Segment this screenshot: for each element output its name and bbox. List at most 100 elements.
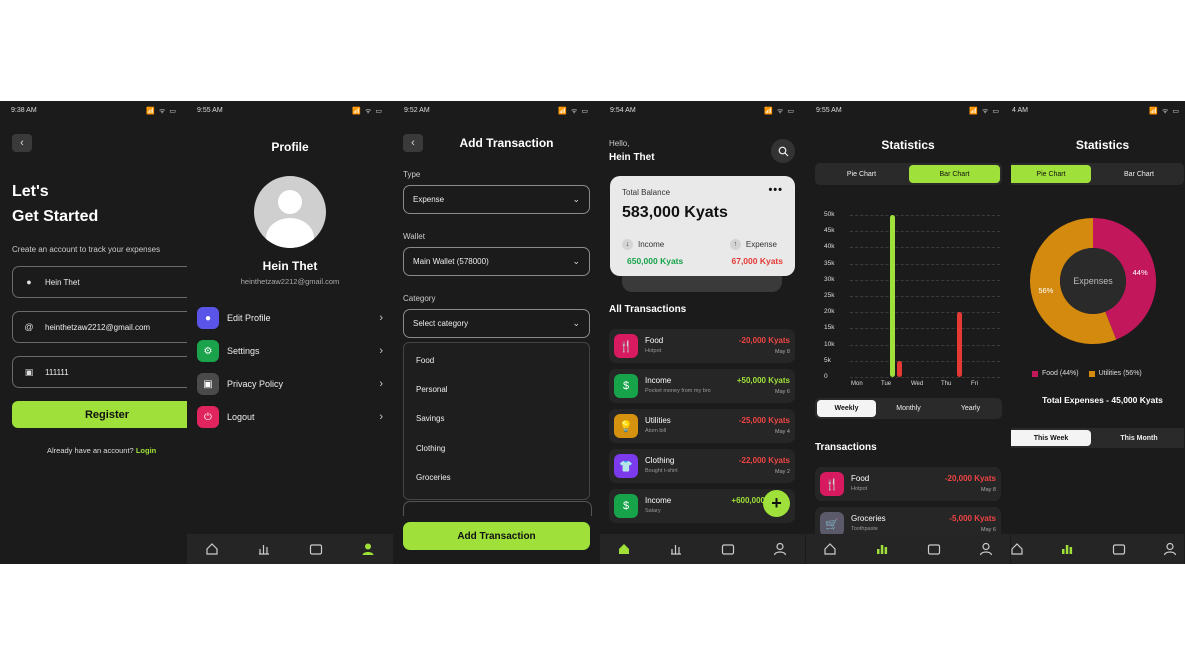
plus-icon: + bbox=[771, 493, 782, 513]
category-option-savings[interactable]: Savings bbox=[416, 414, 444, 423]
power-icon: ⏻ bbox=[197, 406, 219, 428]
heading-line1: Let's bbox=[12, 183, 49, 200]
this-month-tab[interactable]: This Month bbox=[1095, 430, 1183, 446]
expense-label: Expense bbox=[745, 240, 777, 249]
transaction-date: May 2 bbox=[775, 469, 790, 475]
this-week-tab[interactable]: This Week bbox=[1011, 430, 1091, 446]
transaction-amount: -20,000 Kyats bbox=[738, 336, 790, 345]
period-toggle: This Week This Month bbox=[1011, 428, 1184, 448]
chart-icon[interactable] bbox=[1059, 541, 1075, 557]
category-option-clothing[interactable]: Clothing bbox=[416, 444, 445, 453]
category-dropdown: Food Personal Savings Clothing Groceries bbox=[403, 342, 590, 500]
home-icon[interactable] bbox=[204, 541, 220, 557]
bottom-nav bbox=[1011, 534, 1184, 564]
category-select[interactable]: Select category ⌄ bbox=[403, 309, 590, 338]
back-button[interactable]: ‹ bbox=[403, 134, 423, 152]
category-option-food[interactable]: Food bbox=[416, 356, 434, 365]
page-title: Profile bbox=[271, 140, 309, 154]
more-icon[interactable]: ••• bbox=[768, 184, 783, 196]
have-account-text: Already have an account? bbox=[47, 446, 134, 455]
gridline bbox=[850, 360, 1000, 362]
back-button[interactable]: ‹ bbox=[12, 134, 32, 152]
transaction-name: Food bbox=[645, 336, 664, 345]
type-select[interactable]: Expense ⌄ bbox=[403, 185, 590, 214]
register-subtitle: Create an account to track your expenses bbox=[12, 245, 161, 254]
period-yearly[interactable]: Yearly bbox=[941, 400, 1000, 417]
tab-pie-chart[interactable]: Pie Chart bbox=[817, 165, 906, 183]
transaction-note: Hotpot bbox=[851, 486, 868, 492]
profile-nav-icon[interactable] bbox=[1162, 541, 1178, 557]
transaction-date: May 8 bbox=[775, 349, 790, 355]
bottom-nav bbox=[187, 534, 393, 564]
transaction-name: Income bbox=[645, 496, 672, 505]
wallet-icon[interactable] bbox=[926, 541, 942, 557]
chevron-down-icon: ⌄ bbox=[572, 318, 580, 328]
gridline bbox=[850, 328, 1000, 330]
transactions-title: Transactions bbox=[815, 442, 877, 453]
home-icon[interactable] bbox=[822, 541, 838, 557]
wallet-icon[interactable] bbox=[1111, 541, 1127, 557]
all-transactions-title: All Transactions bbox=[609, 304, 687, 315]
profile-screen: 9:55 AM 📶 ᯤ ▭ Profile Hein Thet heinthet… bbox=[187, 101, 393, 564]
chevron-right-icon: › bbox=[379, 411, 383, 423]
status-icons: 📶 ᯤ ▭ bbox=[764, 108, 795, 115]
legend-utilities-label: Utilities (56%) bbox=[1098, 370, 1142, 377]
category-option-personal[interactable]: Personal bbox=[416, 385, 448, 394]
wallet-select[interactable]: Main Wallet (578000) ⌄ bbox=[403, 247, 590, 276]
avatar[interactable] bbox=[254, 176, 326, 248]
transaction-name: Utilities bbox=[645, 416, 671, 425]
transaction-row[interactable]: 👕 Clothing Bought t-shirt -22,000 Kyats … bbox=[609, 449, 795, 483]
period-monthly[interactable]: Monthly bbox=[878, 400, 939, 417]
category-option-groceries[interactable]: Groceries bbox=[416, 473, 451, 482]
search-button[interactable] bbox=[771, 139, 795, 163]
page-title: Statistics bbox=[1075, 138, 1130, 152]
transaction-amount: -5,000 Kyats bbox=[949, 514, 996, 523]
balance-card[interactable]: Total Balance ••• 583,000 Kyats ↓ Income… bbox=[610, 176, 795, 276]
slice-label-food: 44% bbox=[1133, 268, 1148, 277]
transaction-row[interactable]: 🍴 Food Hotpot -20,000 Kyats May 8 bbox=[815, 467, 1001, 501]
register-button[interactable]: Register bbox=[12, 401, 187, 428]
email-input[interactable]: @ heinthetzaw2212@gmail.com bbox=[12, 311, 187, 343]
name-input[interactable]: ● Hein Thet bbox=[12, 266, 187, 298]
login-link[interactable]: Login bbox=[136, 446, 156, 455]
menu-settings[interactable]: ⚙ Settings › bbox=[197, 340, 383, 362]
transaction-row[interactable]: 🍴 Food Hotpot -20,000 Kyats May 8 bbox=[609, 329, 795, 363]
bottom-nav bbox=[806, 534, 1010, 564]
gridline bbox=[850, 296, 1000, 297]
name-value: Hein Thet bbox=[45, 277, 80, 287]
home-icon[interactable] bbox=[616, 541, 632, 557]
chart-icon[interactable] bbox=[668, 541, 684, 557]
status-icons: 📶 ᯤ ▭ bbox=[146, 108, 177, 115]
tab-bar-chart[interactable]: Bar Chart bbox=[1095, 165, 1183, 183]
period-weekly[interactable]: Weekly bbox=[817, 400, 876, 417]
chevron-down-icon: ⌄ bbox=[572, 194, 580, 204]
profile-nav-icon[interactable] bbox=[360, 541, 376, 557]
profile-nav-icon[interactable] bbox=[978, 541, 994, 557]
password-input[interactable]: ▣ 111111 bbox=[12, 356, 187, 388]
bar-tue-1[interactable] bbox=[897, 360, 902, 377]
menu-logout[interactable]: ⏻ Logout › bbox=[197, 406, 383, 428]
donut-center-label: Expenses bbox=[1073, 276, 1113, 286]
chart-icon[interactable] bbox=[256, 541, 272, 557]
greeting: Hello, bbox=[609, 139, 630, 148]
wallet-label: Wallet bbox=[403, 232, 425, 241]
bar-thu-1[interactable] bbox=[957, 312, 962, 377]
menu-privacy-policy[interactable]: ▣ Privacy Policy › bbox=[197, 373, 383, 395]
tab-pie-chart[interactable]: Pie Chart bbox=[1011, 165, 1091, 183]
menu-edit-profile[interactable]: ● Edit Profile › bbox=[197, 307, 383, 329]
type-value: Expense bbox=[413, 195, 445, 204]
transaction-name: Food bbox=[851, 474, 870, 483]
chart-icon[interactable] bbox=[874, 541, 890, 557]
bar-tue-0[interactable] bbox=[890, 215, 895, 377]
add-transaction-button[interactable]: Add Transaction bbox=[403, 522, 590, 550]
chevron-right-icon: › bbox=[379, 345, 383, 357]
profile-nav-icon[interactable] bbox=[772, 541, 788, 557]
gridline bbox=[850, 377, 1000, 378]
add-fab[interactable]: + bbox=[763, 490, 790, 517]
transaction-row[interactable]: $ Income Pocket money from my bro +50,00… bbox=[609, 369, 795, 403]
home-icon[interactable] bbox=[1011, 541, 1025, 557]
tab-bar-chart[interactable]: Bar Chart bbox=[909, 165, 1000, 183]
wallet-icon[interactable] bbox=[720, 541, 736, 557]
wallet-icon[interactable] bbox=[308, 541, 324, 557]
transaction-row[interactable]: 💡 Utilities Atom bill -25,000 Kyats May … bbox=[609, 409, 795, 443]
